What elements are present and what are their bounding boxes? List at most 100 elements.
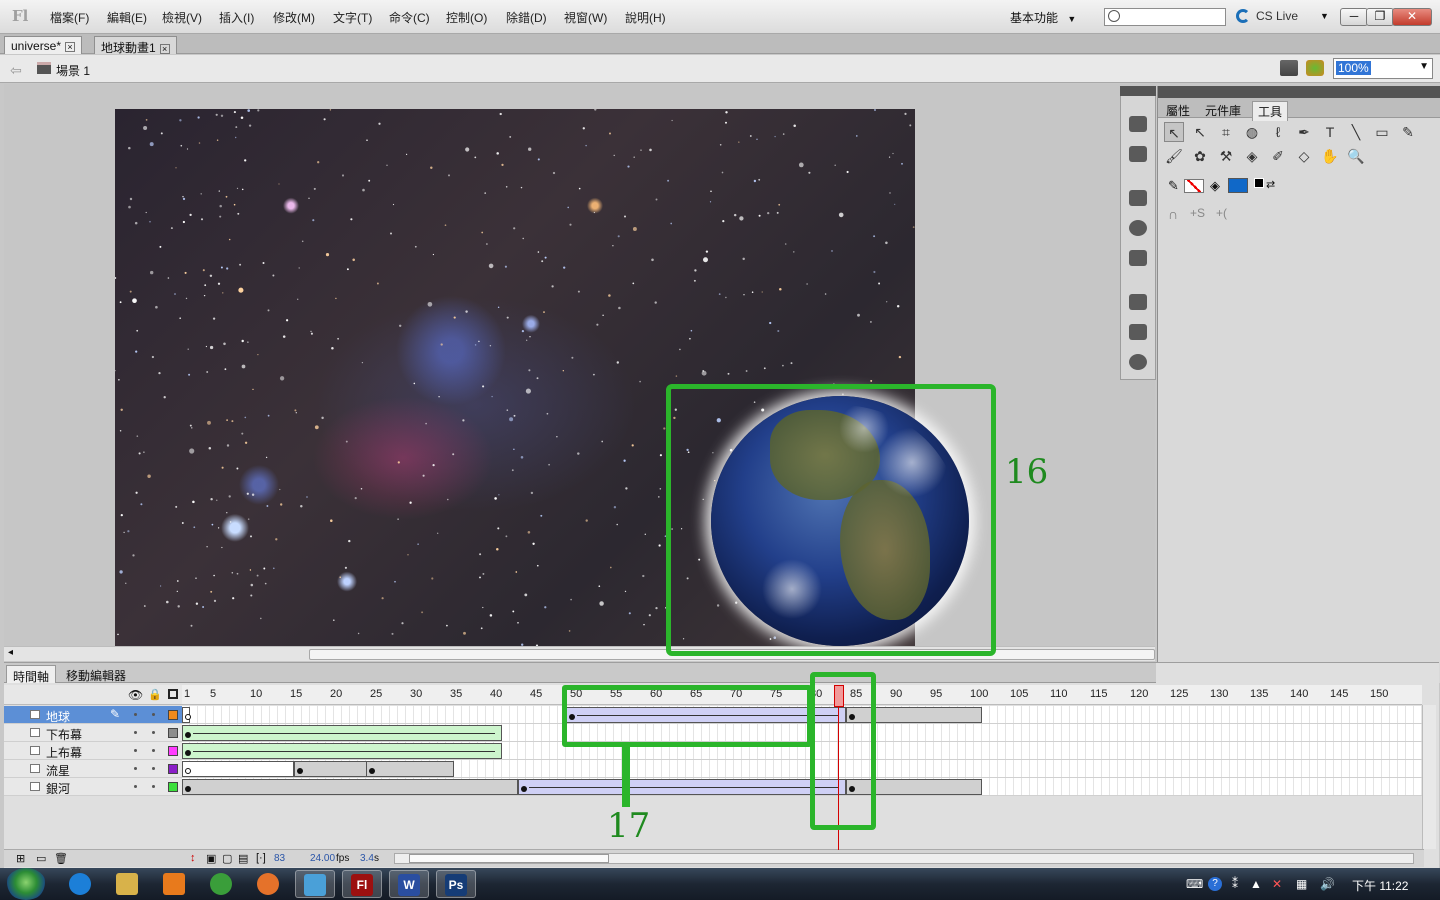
layer-name[interactable]: 銀河	[46, 780, 70, 797]
help-search-input[interactable]	[1104, 8, 1226, 26]
zoom-tool[interactable]: 🔍	[1346, 146, 1366, 166]
lock-dot[interactable]	[152, 731, 155, 734]
keyframe[interactable]	[521, 786, 527, 792]
tab-motion-editor[interactable]: 移動編輯器	[60, 665, 132, 683]
scroll-thumb[interactable]	[409, 854, 609, 863]
components-panel-icon[interactable]	[1129, 324, 1147, 340]
close-button[interactable]: ✕	[1392, 8, 1432, 26]
empty-frame-span[interactable]	[182, 761, 294, 777]
eraser-tool[interactable]: ◇	[1294, 146, 1314, 166]
doc-tab-universe[interactable]: universe* ×	[4, 36, 83, 54]
timeline-vertical-scrollbar[interactable]	[1422, 705, 1436, 849]
keyframe[interactable]	[185, 714, 191, 720]
taskbar-chrome[interactable]	[201, 870, 241, 898]
visibility-dot[interactable]	[134, 749, 137, 752]
lock-icon[interactable]: 🔒	[148, 688, 162, 701]
layer-name[interactable]: 地球	[46, 708, 70, 725]
layer-header-cell[interactable]: 流星	[4, 760, 182, 778]
layer-header-cell[interactable]: 銀河	[4, 778, 182, 796]
line-tool[interactable]: ╲	[1346, 122, 1366, 142]
keyboard-icon[interactable]: ⌨	[1186, 877, 1203, 891]
stroke-color-swatch[interactable]	[1184, 179, 1204, 193]
workspace-switcher[interactable]: 基本功能 ▼	[1010, 9, 1076, 26]
outline-color-swatch[interactable]	[168, 710, 178, 720]
taskbar-media[interactable]	[154, 870, 194, 898]
network-icon[interactable]: ▦	[1296, 877, 1307, 891]
delete-layer-icon[interactable]: 🗑	[54, 852, 68, 865]
eye-icon[interactable]: 👁	[128, 688, 143, 702]
bone-tool[interactable]: ⚒	[1216, 146, 1236, 166]
default-colors-icon[interactable]	[1254, 178, 1264, 188]
lock-dot[interactable]	[152, 749, 155, 752]
cs-live-button[interactable]: CS Live	[1256, 9, 1298, 23]
taskbar-app[interactable]	[295, 870, 335, 898]
pencil-tool[interactable]: ✎	[1398, 122, 1418, 142]
keyframe[interactable]	[185, 750, 191, 756]
straighten-icon[interactable]: +(	[1216, 206, 1227, 220]
menu-edit[interactable]: 編輯(E)	[107, 9, 147, 26]
fill-color-icon[interactable]: ◈	[1210, 178, 1220, 194]
onion-outline-icon[interactable]: ▢	[222, 852, 232, 865]
outline-color-swatch[interactable]	[168, 728, 178, 738]
scene-label[interactable]: 場景 1	[56, 62, 90, 79]
menu-modify[interactable]: 修改(M)	[273, 9, 315, 26]
clock[interactable]: 下午 11:22	[1352, 877, 1408, 894]
code-snippets-icon[interactable]	[1129, 294, 1147, 310]
start-button[interactable]	[6, 868, 46, 900]
transform-panel-icon[interactable]	[1129, 250, 1147, 266]
new-layer-icon[interactable]: ⊞	[16, 852, 25, 865]
frame-track[interactable]	[182, 778, 1422, 796]
motion-presets-icon[interactable]	[1129, 354, 1147, 370]
text-tool[interactable]: T	[1320, 122, 1340, 142]
layer-row[interactable]: 流星	[4, 760, 1424, 778]
taskbar-ie[interactable]	[60, 870, 100, 898]
chevron-down-icon[interactable]: ▼	[1320, 11, 1329, 21]
align-panel-icon[interactable]	[1129, 190, 1147, 206]
keyframe[interactable]	[185, 786, 191, 792]
layer-name[interactable]: 下布幕	[46, 726, 82, 743]
keyframe[interactable]	[369, 768, 375, 774]
lasso-tool[interactable]: ℓ	[1268, 122, 1288, 142]
keyframe[interactable]	[297, 768, 303, 774]
doc-tab-earth-animation[interactable]: 地球動畫1 ×	[94, 36, 177, 55]
menu-window[interactable]: 視窗(W)	[564, 9, 607, 26]
lock-dot[interactable]	[152, 713, 155, 716]
rectangle-tool[interactable]: ▭	[1372, 122, 1392, 142]
menu-file[interactable]: 檔案(F)	[50, 9, 89, 26]
show-hidden-icons[interactable]: ▲	[1250, 877, 1262, 891]
frame-rate[interactable]: 24.00	[310, 853, 335, 864]
tab-library[interactable]: 元件庫	[1200, 101, 1246, 120]
tab-properties[interactable]: 屬性	[1161, 101, 1195, 120]
snap-to-objects-icon[interactable]: ∩	[1168, 206, 1178, 222]
taskbar-flash[interactable]: Fl	[342, 870, 382, 898]
taskbar-word[interactable]: W	[389, 870, 429, 898]
static-frame-span[interactable]	[182, 779, 518, 795]
tab-tools[interactable]: 工具	[1252, 101, 1289, 121]
paint-bucket-tool[interactable]: ◈	[1242, 146, 1262, 166]
taskbar-firefox[interactable]	[248, 870, 288, 898]
close-icon[interactable]: ×	[65, 41, 76, 52]
lock-dot[interactable]	[152, 785, 155, 788]
panel-header[interactable]	[1158, 86, 1440, 98]
layer-header-cell[interactable]: 上布幕	[4, 742, 182, 760]
selection-tool[interactable]: ↖	[1164, 122, 1184, 142]
empty-frame-span[interactable]	[182, 707, 191, 723]
edit-symbols-icon[interactable]	[1306, 60, 1324, 76]
brush-tool[interactable]: 🖌	[1164, 146, 1184, 166]
edit-multiple-frames-icon[interactable]: ▤	[238, 852, 248, 865]
static-frame-span[interactable]	[294, 761, 374, 777]
menu-commands[interactable]: 命令(C)	[389, 9, 430, 26]
deco-tool[interactable]: ✿	[1190, 146, 1210, 166]
layer-name[interactable]: 上布幕	[46, 744, 82, 761]
taskbar-explorer[interactable]	[107, 870, 147, 898]
modify-markers-icon[interactable]: [·]	[256, 852, 266, 864]
zoom-select[interactable]: 100% ▼	[1333, 58, 1433, 79]
onion-skin-icon[interactable]: ▣	[206, 852, 216, 865]
layer-header-cell[interactable]: 地球 ✎	[4, 706, 182, 724]
frame-track[interactable]	[182, 760, 1422, 778]
pen-tool[interactable]: ✒	[1294, 122, 1314, 142]
restore-button[interactable]: ❐	[1366, 8, 1394, 26]
subselection-tool[interactable]: ↖	[1190, 122, 1210, 142]
static-frame-span[interactable]	[366, 761, 454, 777]
center-frame-icon[interactable]: ↕	[190, 852, 196, 864]
